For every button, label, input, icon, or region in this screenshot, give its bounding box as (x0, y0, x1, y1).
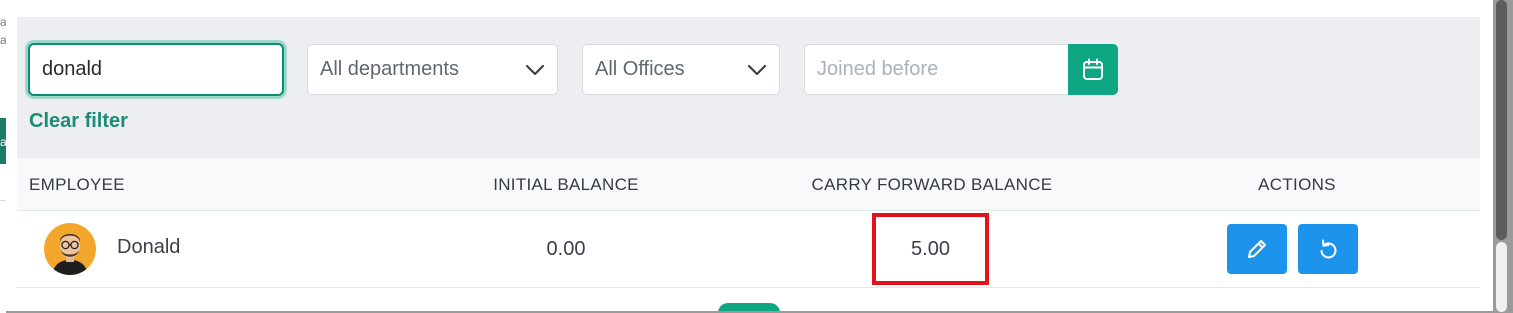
department-select-value: All departments (320, 58, 459, 80)
table-row: Donald 0.00 5.00 (17, 211, 1480, 288)
office-select-value: All Offices (595, 58, 685, 80)
scrollbar[interactable] (1493, 0, 1513, 313)
carry-forward-balance-value: 5.00 (872, 213, 989, 285)
filter-panel: All departments All Offices Clear filter (17, 17, 1480, 158)
column-header-carry-forward-balance: CARRY FORWARD BALANCE (811, 175, 1053, 194)
reset-button[interactable] (1298, 224, 1358, 274)
search-input[interactable] (28, 43, 284, 96)
pagination-button[interactable] (718, 303, 780, 311)
carry-forward-modal: All departments All Offices Clear filter… (6, 0, 1493, 311)
column-header-employee: EMPLOYEE (29, 175, 125, 194)
joined-before-input[interactable] (804, 44, 1068, 95)
calendar-icon (1083, 58, 1103, 80)
column-header-initial-balance: INITIAL BALANCE (493, 175, 639, 194)
avatar (44, 223, 96, 275)
carry-forward-balance-text: 5.00 (911, 237, 950, 260)
department-select[interactable]: All departments (307, 44, 558, 95)
chevron-down-icon (525, 64, 545, 75)
scrollbar-track (1496, 242, 1507, 312)
pencil-icon (1248, 240, 1266, 258)
initial-balance-value: 0.00 (546, 238, 586, 260)
chevron-down-icon (747, 64, 767, 75)
edit-button[interactable] (1227, 224, 1287, 274)
clear-filter-link[interactable]: Clear filter (29, 110, 128, 133)
employee-name: Donald (117, 236, 181, 258)
calendar-button[interactable] (1068, 44, 1118, 95)
office-select[interactable]: All Offices (582, 44, 780, 95)
undo-icon (1320, 239, 1337, 259)
column-header-actions: ACTIONS (1258, 175, 1336, 194)
scrollbar-thumb[interactable] (1496, 0, 1507, 240)
table-header: EMPLOYEE INITIAL BALANCE CARRY FORWARD B… (17, 158, 1480, 211)
